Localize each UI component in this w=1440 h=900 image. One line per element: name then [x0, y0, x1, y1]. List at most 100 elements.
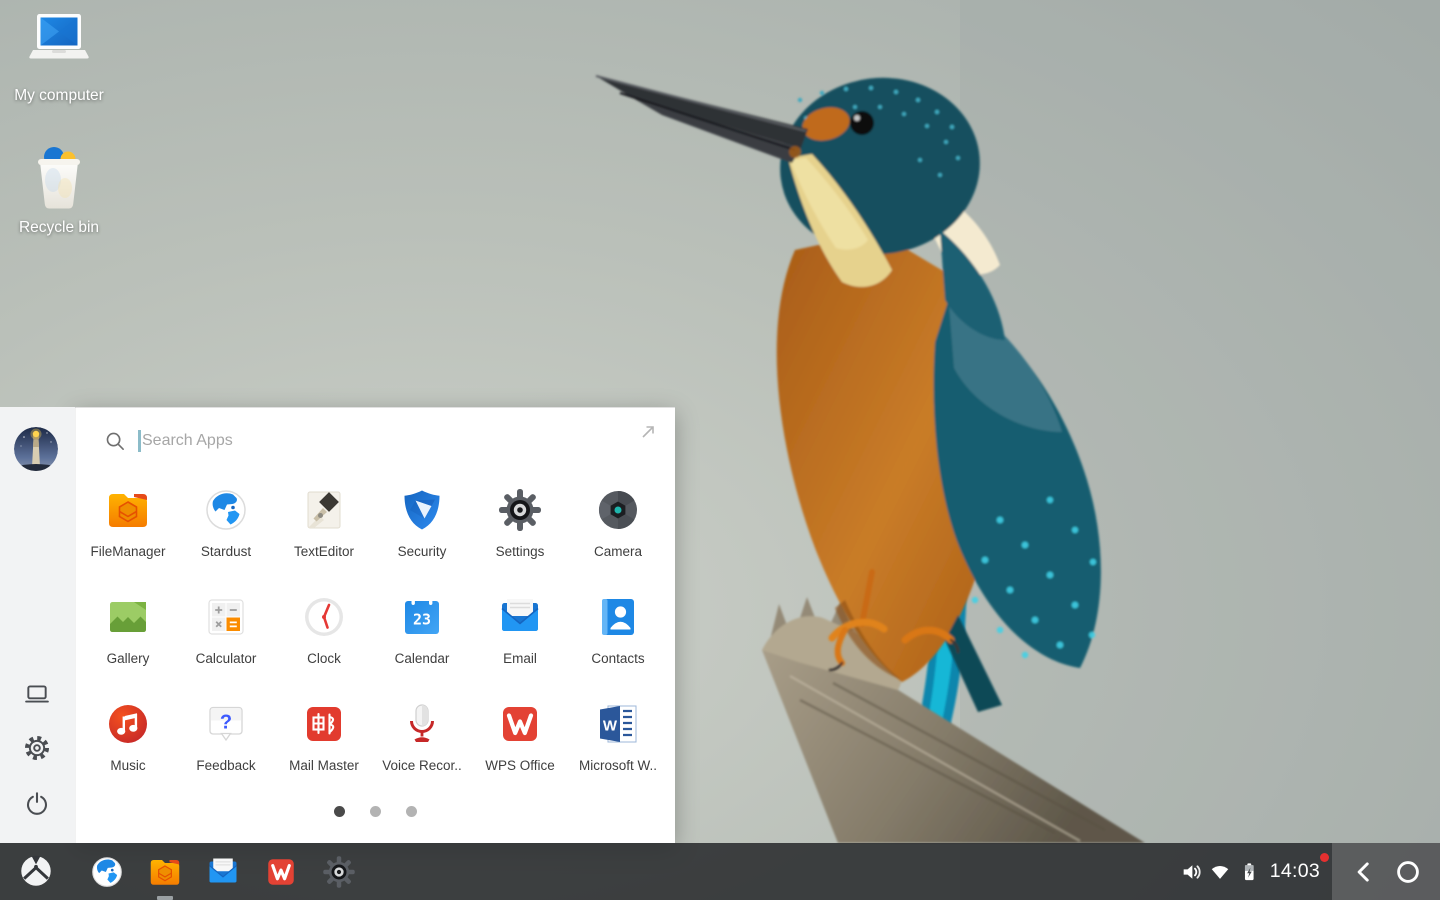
app-item-word[interactable]: Microsoft W.. [569, 693, 667, 800]
camera-icon [594, 486, 642, 534]
taskbar-pinned-filemanager[interactable] [147, 843, 183, 900]
pagination-dot-2[interactable] [370, 806, 381, 817]
my-computer-icon [23, 10, 95, 82]
app-label: Settings [496, 544, 545, 559]
system-tray: 14:03 [1180, 843, 1328, 900]
app-label: Microsoft W.. [579, 758, 657, 773]
app-item-mailmaster[interactable]: Mail Master [275, 693, 373, 800]
stardust-icon [89, 854, 125, 890]
gallery-icon [104, 593, 152, 641]
filemanager-icon [104, 486, 152, 534]
phoenix-logo-icon [17, 852, 55, 890]
app-label: Voice Recor.. [382, 758, 462, 773]
recycle-bin-icon [23, 142, 95, 214]
start-button[interactable] [17, 852, 55, 890]
rail-desktop-button[interactable] [24, 681, 50, 707]
wifi-icon[interactable] [1209, 861, 1231, 883]
taskbar-pinned-apps [89, 843, 357, 900]
app-item-settings[interactable]: Settings [471, 479, 569, 586]
pagination-dot-1[interactable] [334, 806, 345, 817]
app-label: Calculator [196, 651, 257, 666]
app-item-texteditor[interactable]: TextEditor [275, 479, 373, 586]
expand-fullscreen-icon[interactable] [639, 423, 657, 441]
app-item-camera[interactable]: Camera [569, 479, 667, 586]
app-item-music[interactable]: Music [79, 693, 177, 800]
app-item-email[interactable]: Email [471, 586, 569, 693]
app-label: WPS Office [485, 758, 555, 773]
wps-icon [263, 854, 299, 890]
app-item-contacts[interactable]: Contacts [569, 586, 667, 693]
email-icon [496, 593, 544, 641]
app-label: Security [398, 544, 447, 559]
start-menu-panel: FileManager Stardust TextEditor Security Set… [75, 407, 675, 843]
desktop-icon-label: Recycle bin [19, 219, 99, 237]
app-item-calculator[interactable]: Calculator [177, 586, 275, 693]
app-label: Email [503, 651, 537, 666]
clock-area[interactable]: 14:03 [1270, 860, 1328, 883]
app-label: Music [110, 758, 145, 773]
app-item-clock[interactable]: Clock [275, 586, 373, 693]
desktop-icon-my-computer[interactable]: My computer [3, 10, 115, 105]
music-icon [104, 700, 152, 748]
rail-settings-button[interactable] [24, 735, 50, 761]
navigation-zone [1332, 843, 1440, 900]
desktop-screen: 23 [0, 0, 1440, 900]
settings-icon [321, 854, 357, 890]
app-label: Clock [307, 651, 341, 666]
running-app-indicator [157, 896, 173, 900]
battery-icon[interactable] [1238, 861, 1260, 883]
app-item-feedback[interactable]: Feedback [177, 693, 275, 800]
app-item-filemanager[interactable]: FileManager [79, 479, 177, 586]
user-avatar[interactable] [14, 427, 58, 471]
app-label: FileManager [90, 544, 165, 559]
taskbar-pinned-settings[interactable] [321, 843, 357, 900]
app-item-calendar[interactable]: Calendar [373, 586, 471, 693]
calculator-icon [202, 593, 250, 641]
app-grid: FileManager Stardust TextEditor Security Set… [79, 479, 667, 800]
mailmaster-icon [300, 700, 348, 748]
rail-power-button[interactable] [24, 790, 50, 816]
app-label: Gallery [107, 651, 150, 666]
desktop-icon-label: My computer [14, 87, 104, 105]
voicerecorder-icon [398, 700, 446, 748]
laptop-icon [24, 681, 50, 707]
power-icon [24, 790, 50, 816]
app-item-stardust[interactable]: Stardust [177, 479, 275, 586]
app-item-security[interactable]: Security [373, 479, 471, 586]
home-button[interactable] [1395, 859, 1421, 885]
pagination-dot-3[interactable] [406, 806, 417, 817]
avatar-lighthouse-photo [14, 427, 58, 471]
calendar-icon [398, 593, 446, 641]
start-menu-rail [0, 407, 75, 843]
app-label: Contacts [591, 651, 644, 666]
app-label: Calendar [395, 651, 450, 666]
app-item-gallery[interactable]: Gallery [79, 586, 177, 693]
app-item-voicerecorder[interactable]: Voice Recor.. [373, 693, 471, 800]
app-label: Feedback [196, 758, 255, 773]
stardust-icon [202, 486, 250, 534]
feedback-icon [202, 700, 250, 748]
taskbar-pinned-email[interactable] [205, 843, 241, 900]
app-label: Mail Master [289, 758, 359, 773]
taskbar: 14:03 [0, 843, 1440, 900]
desktop-icon-recycle-bin[interactable]: Recycle bin [3, 142, 115, 237]
app-label: Stardust [201, 544, 251, 559]
texteditor-icon [300, 486, 348, 534]
back-button[interactable] [1351, 859, 1377, 885]
search-input[interactable] [139, 432, 522, 450]
taskbar-clock: 14:03 [1270, 860, 1320, 882]
app-item-wps[interactable]: WPS Office [471, 693, 569, 800]
notification-dot [1320, 853, 1329, 862]
search-icon [105, 431, 126, 452]
filemanager-icon [147, 854, 183, 890]
search-bar [105, 427, 522, 455]
settings-icon [496, 486, 544, 534]
security-icon [398, 486, 446, 534]
email-icon [205, 854, 241, 890]
clock-icon [300, 593, 348, 641]
word-icon [594, 700, 642, 748]
taskbar-pinned-stardust[interactable] [89, 843, 125, 900]
taskbar-pinned-wps-office[interactable] [263, 843, 299, 900]
volume-icon[interactable] [1180, 861, 1202, 883]
app-label: Camera [594, 544, 642, 559]
